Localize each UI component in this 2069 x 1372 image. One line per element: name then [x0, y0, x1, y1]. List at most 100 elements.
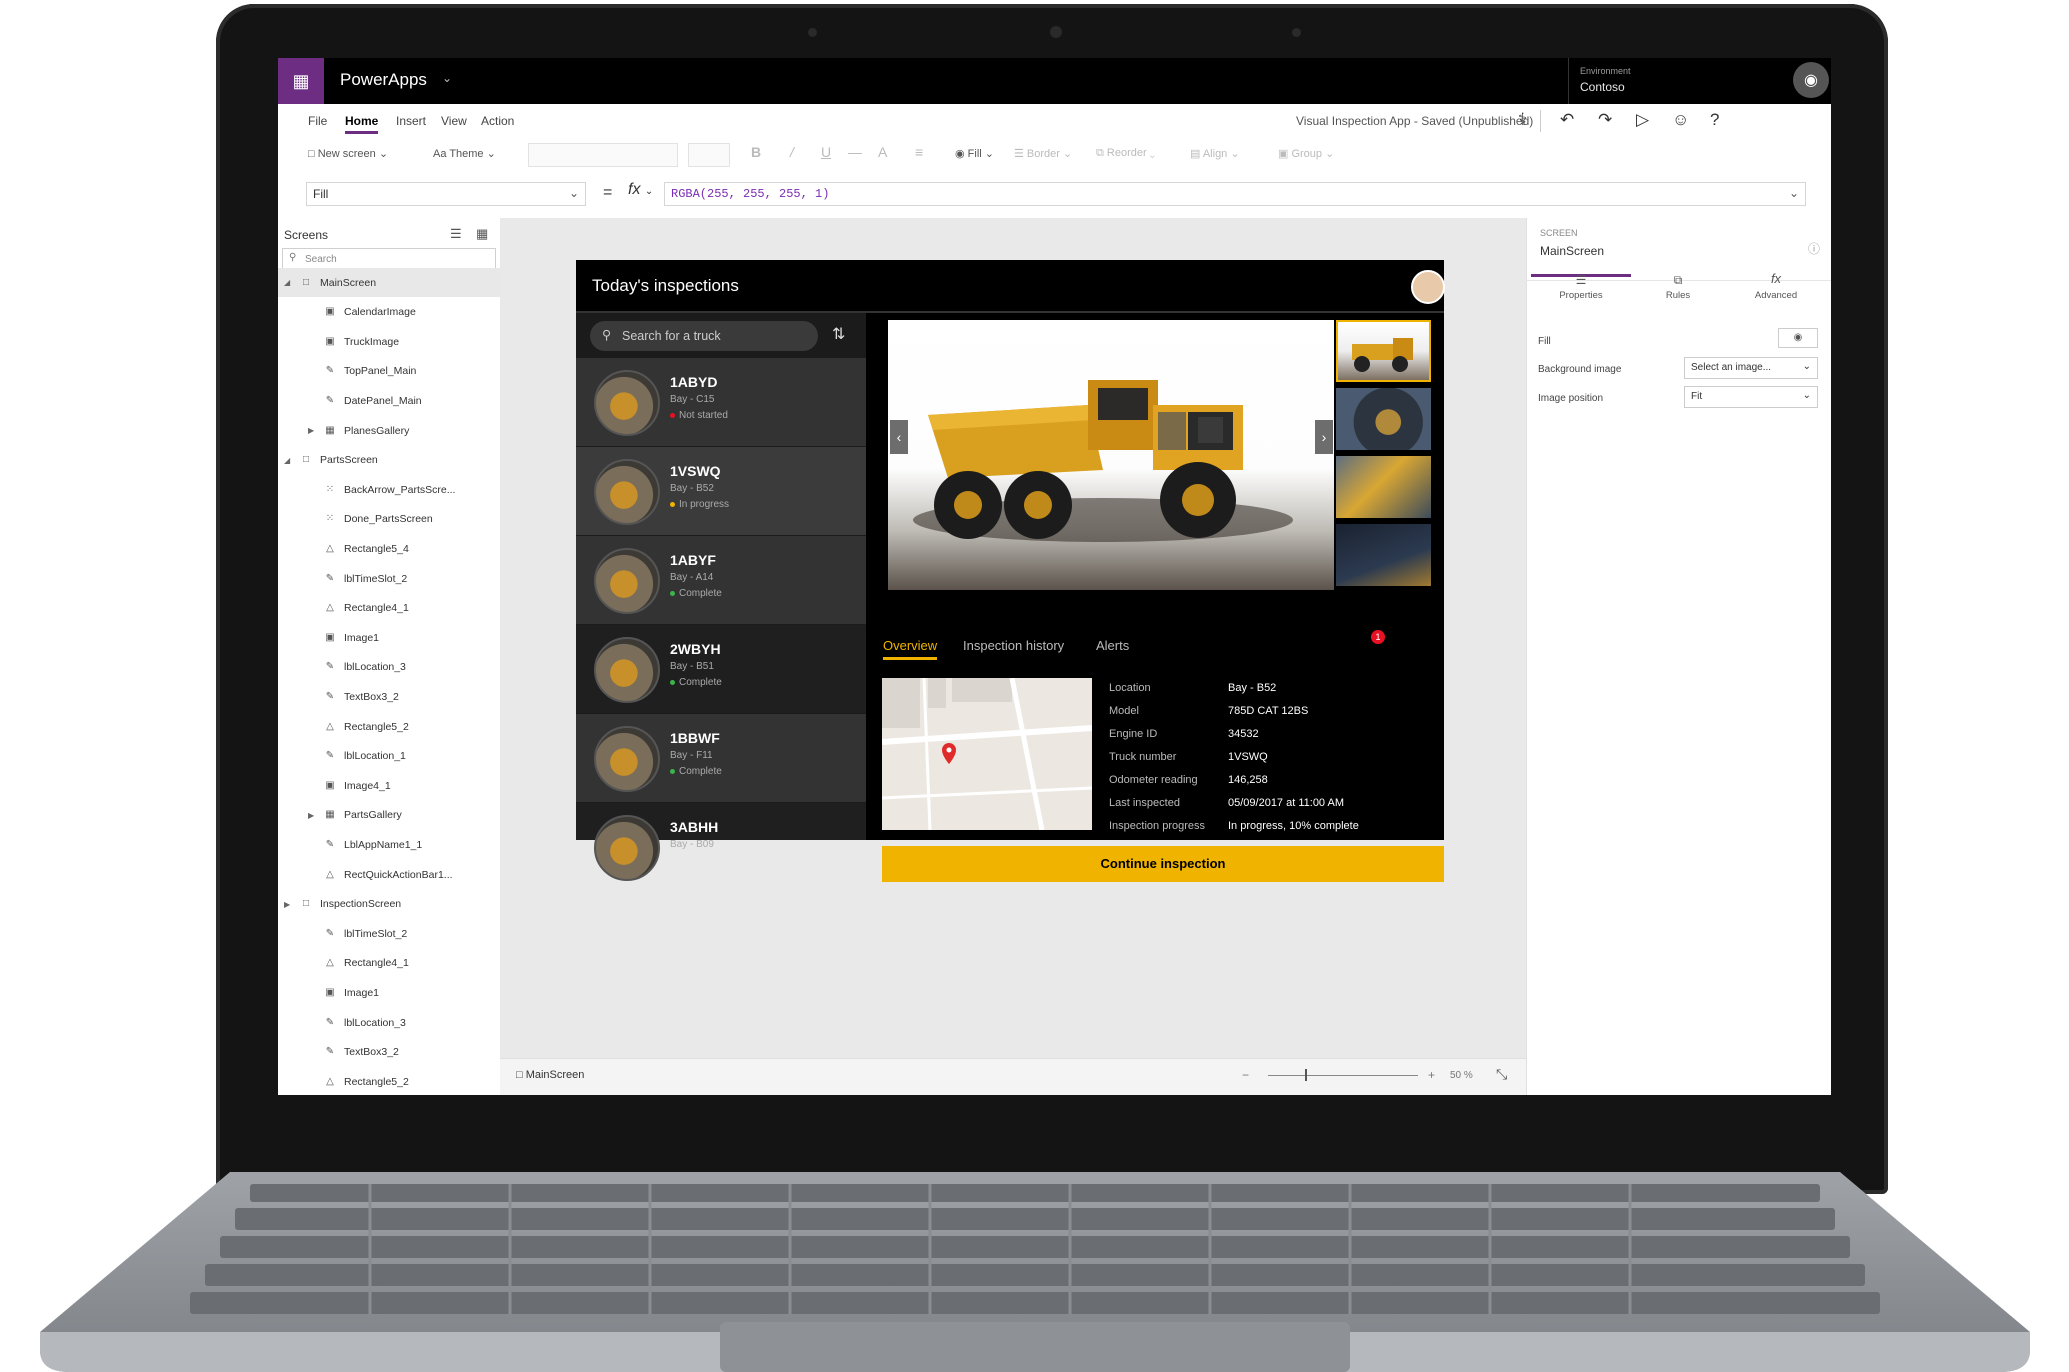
tree-item[interactable]: ▣ Image4_1: [278, 771, 500, 800]
sort-icon[interactable]: ⇅: [832, 324, 845, 344]
tree-item[interactable]: ▣ Image1: [278, 978, 500, 1007]
reorder-button[interactable]: ⧉ Reorder ⌄: [1096, 147, 1155, 160]
tree-item[interactable]: ▶ □ InspectionScreen: [278, 890, 500, 919]
font-size-dropdown[interactable]: [688, 143, 730, 167]
redo-icon[interactable]: ↷: [1598, 110, 1612, 130]
tree-item[interactable]: ✎ lblLocation_3: [278, 1008, 500, 1037]
tree-item[interactable]: ✎ TextBox3_2: [278, 682, 500, 711]
fx-icon[interactable]: fx ⌄: [628, 181, 653, 199]
font-color-icon[interactable]: A: [878, 144, 887, 160]
bold-icon[interactable]: B: [751, 144, 761, 160]
tree-item[interactable]: ◢ □ MainScreen: [278, 268, 500, 297]
background-image-dropdown[interactable]: Select an image... ⌄: [1684, 357, 1818, 379]
thumbnail-engine[interactable]: [1336, 524, 1431, 586]
tree-item[interactable]: △ Rectangle4_1: [278, 949, 500, 978]
theme-button[interactable]: Aa Theme ⌄: [433, 147, 496, 160]
fill-color-picker[interactable]: ◉: [1778, 328, 1818, 348]
tree-item[interactable]: ✎ lblLocation_3: [278, 653, 500, 682]
expand-right-icon[interactable]: ▶: [284, 900, 298, 909]
help-circle-icon[interactable]: ⓘ: [1808, 240, 1820, 257]
group-button[interactable]: ▣ Group ⌄: [1278, 147, 1334, 160]
tree-item[interactable]: ✎ DatePanel_Main: [278, 386, 500, 415]
thumbnail-hydraulics[interactable]: [1336, 456, 1431, 518]
fill-button[interactable]: ◉ Fill ⌄: [955, 147, 994, 160]
thumbnail-truck[interactable]: [1336, 320, 1431, 382]
align-text-icon[interactable]: ≡: [915, 144, 923, 160]
user-avatar-icon[interactable]: ◉: [1793, 62, 1829, 98]
font-dropdown[interactable]: [528, 143, 678, 167]
share-user-icon[interactable]: ☺: [1672, 110, 1689, 130]
inspector-avatar[interactable]: [1411, 270, 1445, 304]
fit-to-window-icon[interactable]: ⤡: [1496, 1066, 1507, 1083]
tree-item[interactable]: ▣ CalendarImage: [278, 298, 500, 327]
underline-icon[interactable]: U: [821, 144, 831, 160]
tab-properties[interactable]: Properties: [1546, 290, 1616, 301]
zoom-slider-track[interactable]: [1268, 1075, 1418, 1076]
tree-item[interactable]: ✎ lblLocation_1: [278, 742, 500, 771]
environment-name[interactable]: Contoso: [1580, 80, 1625, 94]
tree-item[interactable]: ⁙ BackArrow_PartsScre...: [278, 475, 500, 504]
properties-tab-icon[interactable]: ☰: [1546, 273, 1616, 287]
menu-home[interactable]: Home: [345, 114, 379, 134]
continue-inspection-button[interactable]: Continue inspection: [882, 846, 1444, 882]
expand-right-icon[interactable]: ▶: [308, 426, 322, 435]
tree-item[interactable]: ✎ lblTimeSlot_2: [278, 919, 500, 948]
thumbnail-wheel[interactable]: [1336, 388, 1431, 450]
property-dropdown[interactable]: Fill ⌄: [306, 182, 586, 206]
brand-name[interactable]: PowerApps: [340, 70, 427, 90]
tree-item[interactable]: ▣ TruckImage: [278, 327, 500, 356]
current-screen-chip[interactable]: □ MainScreen: [516, 1069, 584, 1081]
truck-search-input[interactable]: ⚲ Search for a truck: [590, 321, 818, 351]
grid-view-icon[interactable]: ▦: [476, 226, 488, 242]
formula-input[interactable]: RGBA(255, 255, 255, 1) ⌄: [664, 182, 1806, 206]
expand-formula-icon[interactable]: ⌄: [1789, 186, 1799, 200]
rules-tab-icon[interactable]: ⧉: [1643, 273, 1713, 288]
zoom-out-button[interactable]: −: [1242, 1068, 1249, 1082]
border-button[interactable]: ☰ Border ⌄: [1014, 147, 1072, 160]
image-position-dropdown[interactable]: Fit ⌄: [1684, 386, 1818, 408]
menu-view[interactable]: View: [441, 114, 467, 128]
location-map[interactable]: [882, 678, 1092, 830]
tree-item[interactable]: △ Rectangle5_2: [278, 712, 500, 741]
expand-right-icon[interactable]: ▶: [308, 811, 322, 820]
next-image-arrow[interactable]: ›: [1315, 420, 1333, 454]
menu-insert[interactable]: Insert: [396, 114, 426, 128]
tree-item[interactable]: △ Rectangle5_2: [278, 1067, 500, 1095]
italic-icon[interactable]: /: [790, 144, 794, 160]
menu-action[interactable]: Action: [481, 114, 514, 128]
menu-file[interactable]: File: [308, 114, 327, 128]
zoom-slider-thumb[interactable]: [1305, 1069, 1307, 1081]
tab-overview[interactable]: Overview: [883, 638, 938, 660]
prev-image-arrow[interactable]: ‹: [890, 420, 908, 454]
tree-item[interactable]: ▶ ▦ PlanesGallery: [278, 416, 500, 445]
tab-rules[interactable]: Rules: [1643, 290, 1713, 301]
tree-item[interactable]: ◢ □ PartsScreen: [278, 446, 500, 475]
expand-down-icon[interactable]: ◢: [284, 278, 298, 287]
tree-item[interactable]: △ Rectangle5_4: [278, 534, 500, 563]
tree-item[interactable]: ✎ lblTimeSlot_2: [278, 564, 500, 593]
tree-item[interactable]: ▣ Image1: [278, 623, 500, 652]
app-checker-icon[interactable]: ⚕: [1518, 110, 1527, 130]
screens-search-input[interactable]: ⚲ Search: [282, 248, 496, 270]
play-icon[interactable]: ▷: [1636, 110, 1649, 130]
tree-item[interactable]: ✎ TopPanel_Main: [278, 357, 500, 386]
app-launcher-icon[interactable]: ▦: [278, 58, 324, 104]
tree-item[interactable]: △ Rectangle4_1: [278, 594, 500, 623]
new-screen-button[interactable]: □ New screen ⌄: [308, 147, 388, 160]
chevron-down-icon[interactable]: ⌄: [442, 71, 452, 85]
align-button[interactable]: ▤ Align ⌄: [1190, 147, 1240, 160]
tab-advanced[interactable]: Advanced: [1741, 290, 1811, 301]
expand-down-icon[interactable]: ◢: [284, 456, 298, 465]
zoom-in-button[interactable]: +: [1428, 1068, 1435, 1082]
help-icon[interactable]: ?: [1710, 110, 1719, 130]
undo-icon[interactable]: ↶: [1560, 110, 1574, 130]
list-view-icon[interactable]: ☰: [450, 226, 462, 242]
tree-item[interactable]: ▶ ▦ PartsGallery: [278, 801, 500, 830]
tab-inspection-history[interactable]: Inspection history: [963, 638, 1064, 653]
tab-alerts[interactable]: Alerts: [1096, 638, 1129, 653]
tree-item[interactable]: ⁙ Done_PartsScreen: [278, 505, 500, 534]
advanced-tab-icon[interactable]: fx: [1741, 271, 1811, 286]
strikethrough-icon[interactable]: —: [848, 144, 862, 160]
tree-item[interactable]: ✎ TextBox3_2: [278, 1038, 500, 1067]
tree-item[interactable]: ✎ LblAppName1_1: [278, 830, 500, 859]
